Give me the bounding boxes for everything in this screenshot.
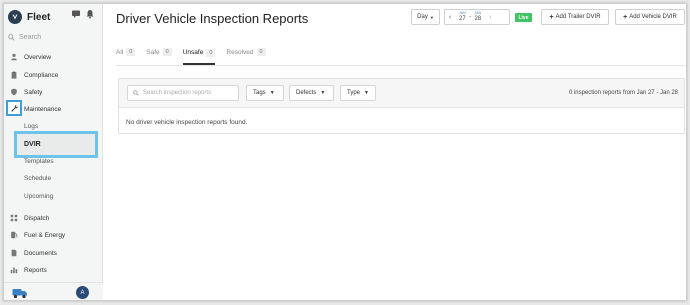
dash-separator-icon: – [468,14,472,20]
add-vehicle-dvir-button[interactable]: + Add Vehicle DVIR [615,9,685,25]
sidebar-subitem-templates[interactable]: Templates [24,158,54,165]
sidebar-item-label: Documents [24,249,57,257]
chevron-down-icon: ▼ [429,14,434,20]
sidebar-item-label: Dispatch [24,214,50,222]
sidebar-subitem-upcoming[interactable]: Upcoming [24,193,53,200]
search-icon [8,34,15,41]
filter-bar: Search inspection reports Tags ▼ Defects… [119,79,684,108]
reports-panel: Search inspection reports Tags ▼ Defects… [118,78,685,134]
defects-filter[interactable]: Defects ▼ [289,85,334,101]
bar-chart-icon [9,265,19,275]
document-icon [9,248,19,258]
empty-state-message: No driver vehicle inspection reports fou… [126,119,248,126]
chevron-right-icon[interactable]: › [485,14,495,21]
truck-icon[interactable] [12,288,28,299]
sidebar-item-overview[interactable]: Overview [4,49,103,65]
date-end-day: 28 [474,15,482,22]
sidebar-subitem-dvir[interactable]: DVIR [14,131,98,158]
tab-count: 0 [126,48,136,56]
date-start[interactable]: JAN 27 [459,12,466,22]
search-placeholder: Search inspection reports [143,90,212,96]
plus-icon: + [549,13,554,21]
date-range-picker[interactable]: ‹ JAN 27 – JAN 28 › [444,9,510,25]
search-input[interactable]: Search inspection reports [127,85,239,101]
app-name: Fleet [27,11,51,23]
tab-label: All [116,48,124,56]
chevron-down-icon: ▼ [364,90,369,96]
logo-icon [8,10,22,24]
type-filter-label: Type [347,90,361,96]
shield-icon [9,87,19,97]
tags-filter-label: Tags [253,90,266,96]
add-trailer-dvir-button[interactable]: + Add Trailer DVIR [541,9,609,25]
dispatch-icon [9,213,19,223]
sidebar-item-label: Compliance [24,71,59,79]
sidebar-item-fuel-energy[interactable]: Fuel & Energy [4,227,103,243]
defects-filter-label: Defects [296,90,317,96]
sidebar-subitem-logs[interactable]: Logs [24,123,38,130]
avatar[interactable]: A [76,286,89,299]
sidebar-item-reports[interactable]: Reports [4,262,103,278]
sidebar-item-label: Safety [24,88,43,96]
sidebar-subitem-label: DVIR [24,141,41,148]
tab-safe[interactable]: Safe 0 [146,45,172,59]
tab-label: Safe [146,48,160,56]
search-icon [133,90,139,96]
date-end[interactable]: JAN 28 [474,12,481,22]
page-title: Driver Vehicle Inspection Reports [116,11,309,26]
sidebar-item-label: Maintenance [24,105,62,113]
chat-icon[interactable] [71,9,81,19]
person-icon [9,52,19,62]
sidebar-item-safety[interactable]: Safety [4,84,103,100]
date-start-day: 27 [459,15,466,22]
add-trailer-dvir-label: Add Trailer DVIR [555,14,601,20]
plus-icon: + [623,13,628,21]
sidebar-item-dispatch[interactable]: Dispatch [4,210,103,226]
chevron-left-icon[interactable]: ‹ [445,14,455,21]
sidebar-subitem-schedule[interactable]: Schedule [24,175,51,182]
range-select[interactable]: Day ▼ [411,9,440,25]
chevron-down-icon: ▼ [320,90,326,96]
tab-count: 0 [256,48,266,56]
chevron-down-icon: ▼ [269,90,275,96]
app-window: Fleet Search Overview Compliance Safety [3,3,687,301]
wrench-icon[interactable] [6,100,22,116]
sidebar-footer: A [4,282,103,300]
tab-unsafe[interactable]: Unsafe 0 [182,45,216,65]
bell-icon[interactable] [85,9,95,19]
sidebar-item-label: Reports [24,266,47,274]
type-filter[interactable]: Type ▼ [340,85,376,101]
sidebar-item-label: Overview [24,53,52,61]
tab-label: Resolved [226,48,254,56]
sidebar: Fleet Search Overview Compliance Safety [4,4,103,300]
sidebar-search[interactable]: Search [8,34,41,41]
tab-all[interactable]: All 0 [116,45,136,59]
tags-filter[interactable]: Tags ▼ [246,85,284,101]
tab-count: 0 [206,48,216,57]
search-label: Search [19,34,42,41]
live-badge[interactable]: Live [515,13,532,22]
sidebar-item-documents[interactable]: Documents [4,245,103,261]
report-count: 0 inspection reports from Jan 27 - Jan 2… [568,90,678,96]
add-vehicle-dvir-label: Add Vehicle DVIR [629,14,677,20]
tabs-divider [116,65,686,66]
tab-label: Unsafe [182,49,204,56]
tab-resolved[interactable]: Resolved 0 [226,45,266,59]
sidebar-item-label: Fuel & Energy [24,231,66,239]
range-select-value: Day [417,14,428,20]
sidebar-item-compliance[interactable]: Compliance [4,67,103,83]
main-content: Driver Vehicle Inspection Reports Day ▼ … [104,4,686,300]
status-tabs: All 0 Safe 0 Unsafe 0 Resolved 0 [116,45,277,65]
clipboard-icon [9,70,19,80]
tab-count: 0 [162,48,172,56]
fuel-icon [9,230,19,240]
